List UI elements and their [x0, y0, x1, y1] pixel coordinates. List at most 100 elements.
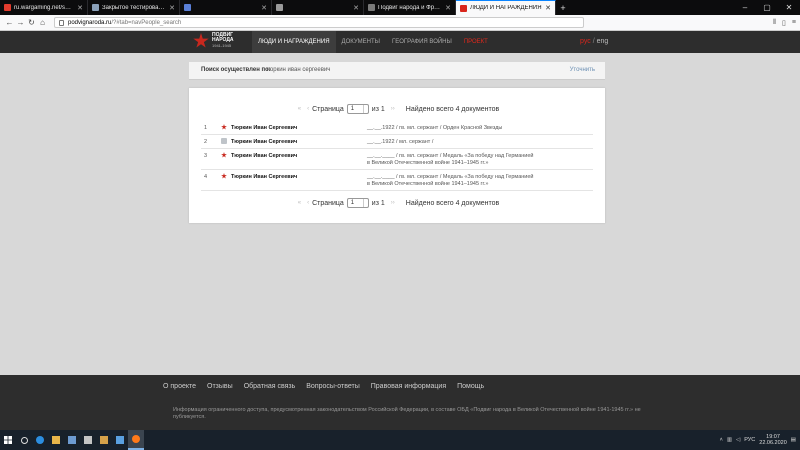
- footer-link[interactable]: Обратная связь: [244, 383, 296, 390]
- network-icon[interactable]: ▥: [727, 437, 732, 443]
- tray-chevron-icon[interactable]: ˄: [720, 437, 723, 443]
- system-tray: ˄ ▥ ◁ РУС 19:07 22.06.2020 ▤: [720, 434, 800, 446]
- tab-close-icon[interactable]: ✕: [353, 4, 359, 12]
- result-row[interactable]: 4 Тюркин Иван Сергеевич __.__.____ / гв. м…: [201, 171, 593, 191]
- tab-close-icon[interactable]: ✕: [77, 4, 83, 12]
- favicon-icon: [276, 4, 283, 11]
- result-name-link[interactable]: Тюркин Иван Сергеевич: [231, 139, 297, 145]
- result-row[interactable]: 2 Тюркин Иван Сергеевич __.__.1922 / мл. с…: [201, 136, 593, 149]
- taskbar-explorer[interactable]: [48, 430, 64, 450]
- pager-first[interactable]: «: [298, 200, 301, 206]
- found-count: Найдено всего 4 документов: [405, 199, 500, 207]
- url-path: /?#tab=navPeople_search: [111, 19, 182, 26]
- start-button[interactable]: [0, 430, 16, 450]
- result-row[interactable]: 1 Тюркин Иван Сергеевич __.__.1922 / гв. м…: [201, 122, 593, 135]
- tab-close-icon[interactable]: ✕: [545, 4, 551, 12]
- browser-tab[interactable]: ru.wargaming.net/shop/✕: [0, 0, 88, 15]
- home-icon[interactable]: ⌂: [37, 18, 48, 27]
- nav-people-awards[interactable]: ЛЮДИ И НАГРАЖДЕНИЯ: [252, 31, 336, 53]
- forward-icon[interactable]: →: [15, 18, 26, 27]
- close-window-icon[interactable]: ✕: [778, 0, 800, 15]
- nav-documents[interactable]: ДОКУМЕНТЫ: [336, 31, 386, 53]
- found-count: Найдено всего 4 документов: [405, 105, 500, 113]
- footer-link[interactable]: Отзывы: [207, 383, 233, 390]
- favicon-icon: [460, 4, 467, 12]
- nav-project[interactable]: ПРОЕКТ: [458, 31, 494, 53]
- tab-close-icon[interactable]: ✕: [261, 4, 267, 12]
- result-number: 2: [204, 139, 208, 145]
- result-name-link[interactable]: Тюркин Иван Сергеевич: [231, 125, 297, 131]
- pager-next[interactable]: ››: [391, 200, 395, 206]
- page-number-input[interactable]: 1: [346, 198, 369, 208]
- maximize-icon[interactable]: ▢: [756, 0, 778, 15]
- result-number: 4: [204, 174, 208, 180]
- url-host: podvignaroda.ru: [68, 19, 112, 26]
- tab-close-icon[interactable]: ✕: [169, 4, 175, 12]
- tab-label: Закрытое тестирование 0.9: [102, 4, 167, 11]
- result-row[interactable]: 3 Тюркин Иван Сергеевич __.__.____ / гв. м…: [201, 150, 593, 170]
- taskbar-app-2[interactable]: [96, 430, 112, 450]
- favicon-icon: [92, 4, 99, 11]
- search-label: Поиск осуществлен по:: [201, 67, 271, 73]
- browser-tab[interactable]: ✕: [272, 0, 364, 15]
- new-tab-icon[interactable]: +: [556, 0, 570, 15]
- tab-close-icon[interactable]: ✕: [445, 4, 451, 12]
- footer-link[interactable]: Помощь: [457, 383, 484, 390]
- app-icon: [100, 436, 108, 444]
- nav-war-geography[interactable]: ГЕОГРАФИЯ ВОЙНЫ: [386, 31, 458, 53]
- pager-prev[interactable]: ‹: [307, 106, 309, 112]
- site-footer: О проекте Отзывы Обратная связь Вопросы-отв…: [0, 375, 800, 430]
- notifications-icon[interactable]: ▤: [791, 437, 796, 443]
- taskbar-store[interactable]: [64, 430, 80, 450]
- reload-icon[interactable]: ↻: [26, 18, 37, 27]
- pager-top: « ‹ Страница 1 из 1 ›› Найдено всего 4 д…: [189, 103, 605, 115]
- library-icon[interactable]: ⫴: [773, 19, 776, 27]
- lang-separator: /: [592, 38, 595, 45]
- sidebar-icon[interactable]: ▯: [782, 19, 786, 27]
- footer-link[interactable]: О проекте: [163, 383, 196, 390]
- result-number: 3: [204, 153, 208, 159]
- footer-link[interactable]: Правовая информация: [371, 383, 446, 390]
- refine-link[interactable]: Уточнить: [570, 67, 595, 73]
- favicon-icon: [184, 4, 191, 11]
- logo-text: ПОДВИГ НАРОДА 1941-1945: [212, 32, 234, 49]
- volume-icon[interactable]: ◁: [736, 437, 740, 443]
- taskbar-edge[interactable]: [32, 430, 48, 450]
- pager-next[interactable]: ››: [391, 106, 395, 112]
- footer-nav: О проекте Отзывы Обратная связь Вопросы-отв…: [163, 383, 484, 390]
- lang-ru[interactable]: рус: [580, 38, 591, 45]
- browser-tab[interactable]: ЛЮДИ И НАГРАЖДЕНИЯ ✕: [456, 0, 556, 15]
- page-number-input[interactable]: 1: [346, 104, 369, 114]
- pager-of-total: из 1: [371, 199, 385, 207]
- firefox-icon: [132, 435, 140, 443]
- minimize-icon[interactable]: –: [734, 0, 756, 15]
- menu-icon[interactable]: ≡: [792, 19, 796, 27]
- input-language[interactable]: РУС: [744, 437, 755, 443]
- site-header: ПОДВИГ НАРОДА 1941-1945 ЛЮДИ И НАГРАЖДЕНИЯ…: [0, 31, 800, 53]
- taskbar-firefox[interactable]: [128, 430, 144, 450]
- pager-first[interactable]: «: [298, 106, 301, 112]
- result-name-link[interactable]: Тюркин Иван Сергеевич: [231, 174, 297, 180]
- lang-en[interactable]: eng: [597, 38, 609, 45]
- back-icon[interactable]: ←: [4, 18, 15, 27]
- search-button[interactable]: [16, 430, 32, 450]
- taskbar-app-1[interactable]: [80, 430, 96, 450]
- site-logo[interactable]: ПОДВИГ НАРОДА 1941-1945: [193, 33, 234, 49]
- footer-link[interactable]: Вопросы-ответы: [306, 383, 359, 390]
- clock[interactable]: 19:07 22.06.2020: [759, 434, 787, 446]
- browser-tab[interactable]: Закрытое тестирование 0.9✕: [88, 0, 180, 15]
- favicon-icon: [368, 4, 375, 11]
- browser-navbar: ← → ↻ ⌂ podvignaroda.ru /?#tab=navPeople…: [0, 15, 800, 31]
- windows-icon: [4, 436, 12, 444]
- taskbar-app-3[interactable]: [112, 430, 128, 450]
- browser-tab-strip: ru.wargaming.net/shop/✕ Закрытое тестиров…: [0, 0, 800, 15]
- browser-tab[interactable]: Подвиг народа и Фронтовой✕: [364, 0, 456, 15]
- browser-tab[interactable]: ✕: [180, 0, 272, 15]
- url-bar[interactable]: podvignaroda.ru /?#tab=navPeople_search: [54, 17, 584, 28]
- app-icon: [84, 436, 92, 444]
- search-icon: [20, 436, 28, 444]
- pager-prev[interactable]: ‹: [307, 200, 309, 206]
- spinner-icon[interactable]: [362, 199, 368, 207]
- spinner-icon[interactable]: [362, 105, 368, 113]
- result-name-link[interactable]: Тюркин Иван Сергеевич: [231, 153, 297, 159]
